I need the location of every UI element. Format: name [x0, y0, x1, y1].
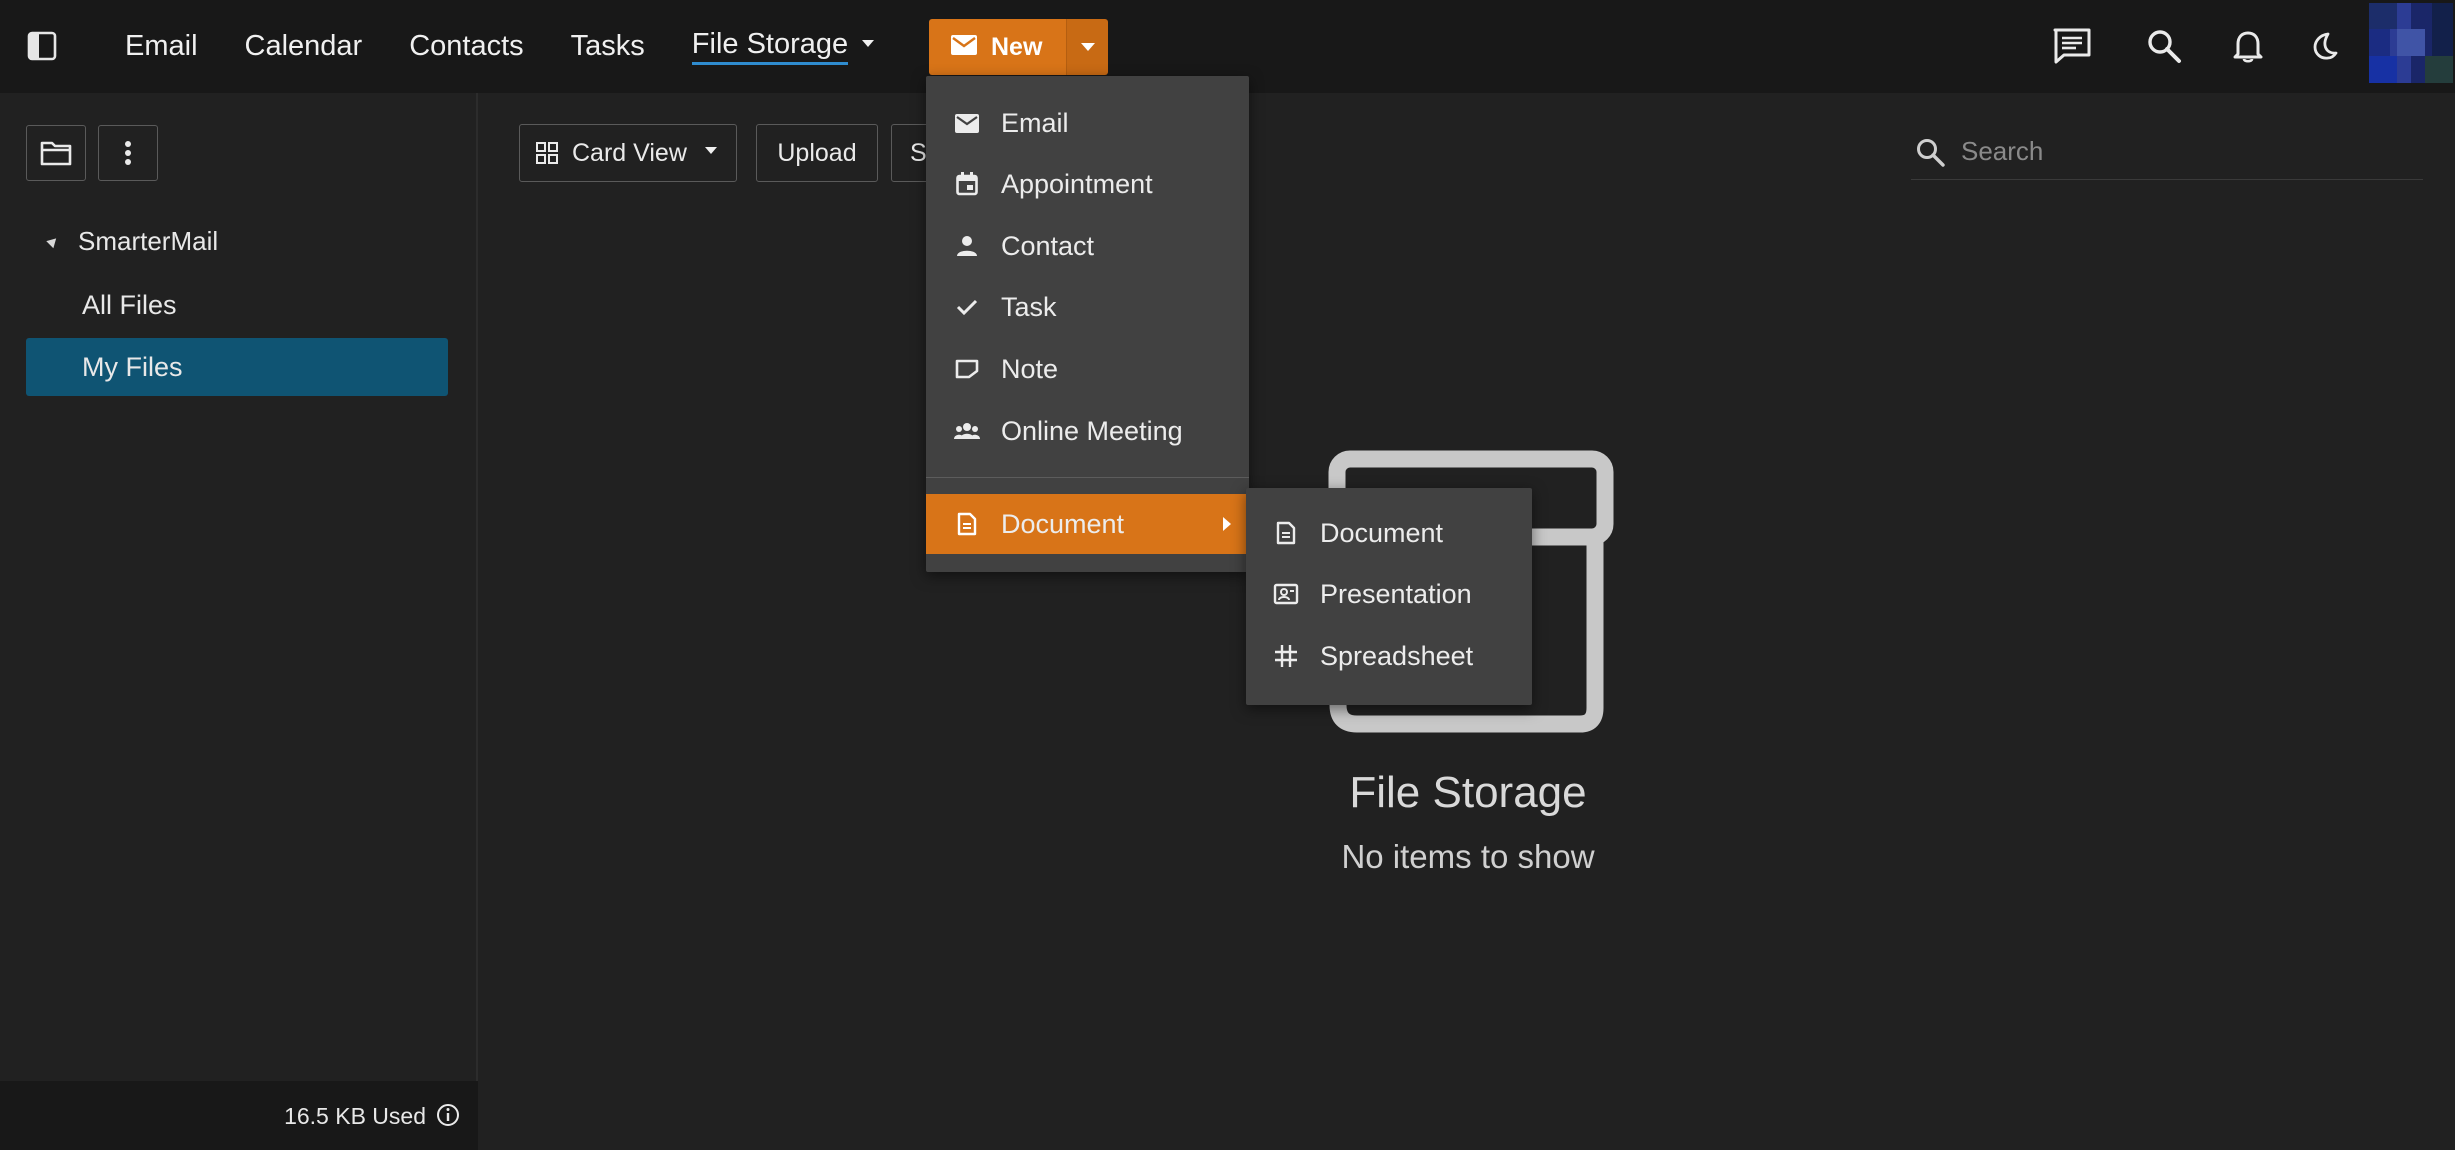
spreadsheet-icon — [1272, 642, 1300, 670]
expand-triangle-icon[interactable] — [46, 234, 60, 249]
empty-state-subtitle: No items to show — [1341, 838, 1595, 875]
menu-item-email[interactable]: Email — [926, 93, 1249, 153]
menu-item-appointment[interactable]: Appointment — [926, 154, 1249, 214]
new-button-label: New — [991, 32, 1043, 61]
submenu-item-presentation[interactable]: Presentation — [1246, 564, 1532, 624]
menu-item-label: Appointment — [1001, 168, 1153, 199]
sidebar-item-my-files[interactable]: My Files — [26, 338, 448, 396]
check-icon — [953, 293, 981, 321]
nav-file-storage[interactable]: File Storage — [691, 28, 875, 65]
storage-footer: 16.5 KB Used — [0, 1081, 478, 1150]
submenu-item-label: Presentation — [1320, 578, 1472, 609]
envelope-icon — [953, 109, 981, 137]
storage-used-text: 16.5 KB Used — [284, 1103, 426, 1129]
card-view-label: Card View — [572, 138, 687, 167]
search-input[interactable] — [1961, 136, 2401, 167]
group-icon — [953, 417, 981, 445]
upload-button[interactable]: Upload — [756, 124, 878, 182]
new-button[interactable]: New — [929, 19, 1067, 75]
moon-icon[interactable] — [2304, 26, 2344, 66]
avatar[interactable] — [2369, 3, 2453, 83]
sidebar: SmarterMail All Files My Files 16.5 KB U… — [0, 93, 478, 1150]
calendar-icon — [953, 170, 981, 198]
card-view-dropdown[interactable]: Card View — [519, 124, 737, 182]
new-menu: Email Appointment Contact Task Note Onli… — [926, 76, 1249, 572]
folder-button[interactable] — [26, 125, 86, 181]
tree-root-smartermail[interactable]: SmarterMail — [46, 226, 219, 257]
panel-toggle-icon[interactable] — [26, 30, 58, 62]
menu-divider — [926, 477, 1249, 478]
chevron-down-icon — [862, 40, 875, 47]
nav-contacts[interactable]: Contacts — [409, 30, 523, 63]
menu-item-label: Task — [1001, 291, 1057, 322]
sidebar-item-label: My Files — [82, 351, 183, 382]
search-icon — [1915, 137, 1945, 167]
empty-state-title: File Storage — [1349, 768, 1587, 817]
menu-item-document[interactable]: Document — [926, 494, 1249, 554]
search-icon[interactable] — [2144, 26, 2184, 66]
chevron-down-icon — [1080, 43, 1095, 51]
note-icon — [953, 355, 981, 383]
search-box — [1911, 124, 2423, 180]
bell-icon[interactable] — [2228, 26, 2268, 66]
chat-icon[interactable] — [2052, 26, 2092, 66]
menu-item-contact[interactable]: Contact — [926, 216, 1249, 276]
menu-item-online-meeting[interactable]: Online Meeting — [926, 401, 1249, 461]
presentation-icon — [1272, 580, 1300, 608]
info-icon[interactable] — [436, 1103, 460, 1127]
sidebar-item-all-files[interactable]: All Files — [26, 276, 448, 334]
menu-item-note[interactable]: Note — [926, 339, 1249, 399]
submenu-item-spreadsheet[interactable]: Spreadsheet — [1246, 626, 1532, 686]
chevron-right-icon — [1223, 517, 1231, 531]
document-icon — [953, 510, 981, 538]
nav-email[interactable]: Email — [125, 30, 198, 63]
toolbar-partial-label: S — [910, 138, 927, 167]
submenu-item-document[interactable]: Document — [1246, 503, 1532, 563]
document-submenu: Document Presentation Spreadsheet — [1246, 488, 1532, 705]
menu-item-task[interactable]: Task — [926, 277, 1249, 337]
nav-calendar[interactable]: Calendar — [245, 30, 363, 63]
more-options-button[interactable] — [98, 125, 158, 181]
sidebar-item-label: All Files — [82, 289, 177, 320]
main-nav: Email Calendar Contacts Tasks File Stora… — [125, 0, 875, 93]
menu-item-label: Contact — [1001, 230, 1095, 261]
menu-item-label: Online Meeting — [1001, 415, 1183, 446]
new-button-group: New — [929, 19, 1109, 75]
menu-item-label: Email — [1001, 107, 1069, 138]
upload-label: Upload — [777, 138, 857, 167]
person-icon — [953, 232, 981, 260]
more-vertical-icon — [125, 141, 131, 165]
tree-root-label: SmarterMail — [78, 226, 219, 256]
nav-file-storage-label: File Storage — [691, 28, 849, 65]
menu-item-label: Document — [1001, 508, 1125, 539]
folder-icon — [40, 141, 72, 166]
envelope-icon — [951, 33, 977, 62]
grid-icon — [536, 142, 558, 164]
submenu-item-label: Document — [1320, 517, 1444, 548]
chevron-down-icon — [704, 146, 717, 154]
menu-item-label: Note — [1001, 353, 1059, 384]
submenu-item-label: Spreadsheet — [1320, 640, 1474, 671]
document-icon — [1272, 519, 1300, 547]
new-dropdown-toggle[interactable] — [1066, 19, 1109, 75]
nav-tasks[interactable]: Tasks — [571, 30, 645, 63]
